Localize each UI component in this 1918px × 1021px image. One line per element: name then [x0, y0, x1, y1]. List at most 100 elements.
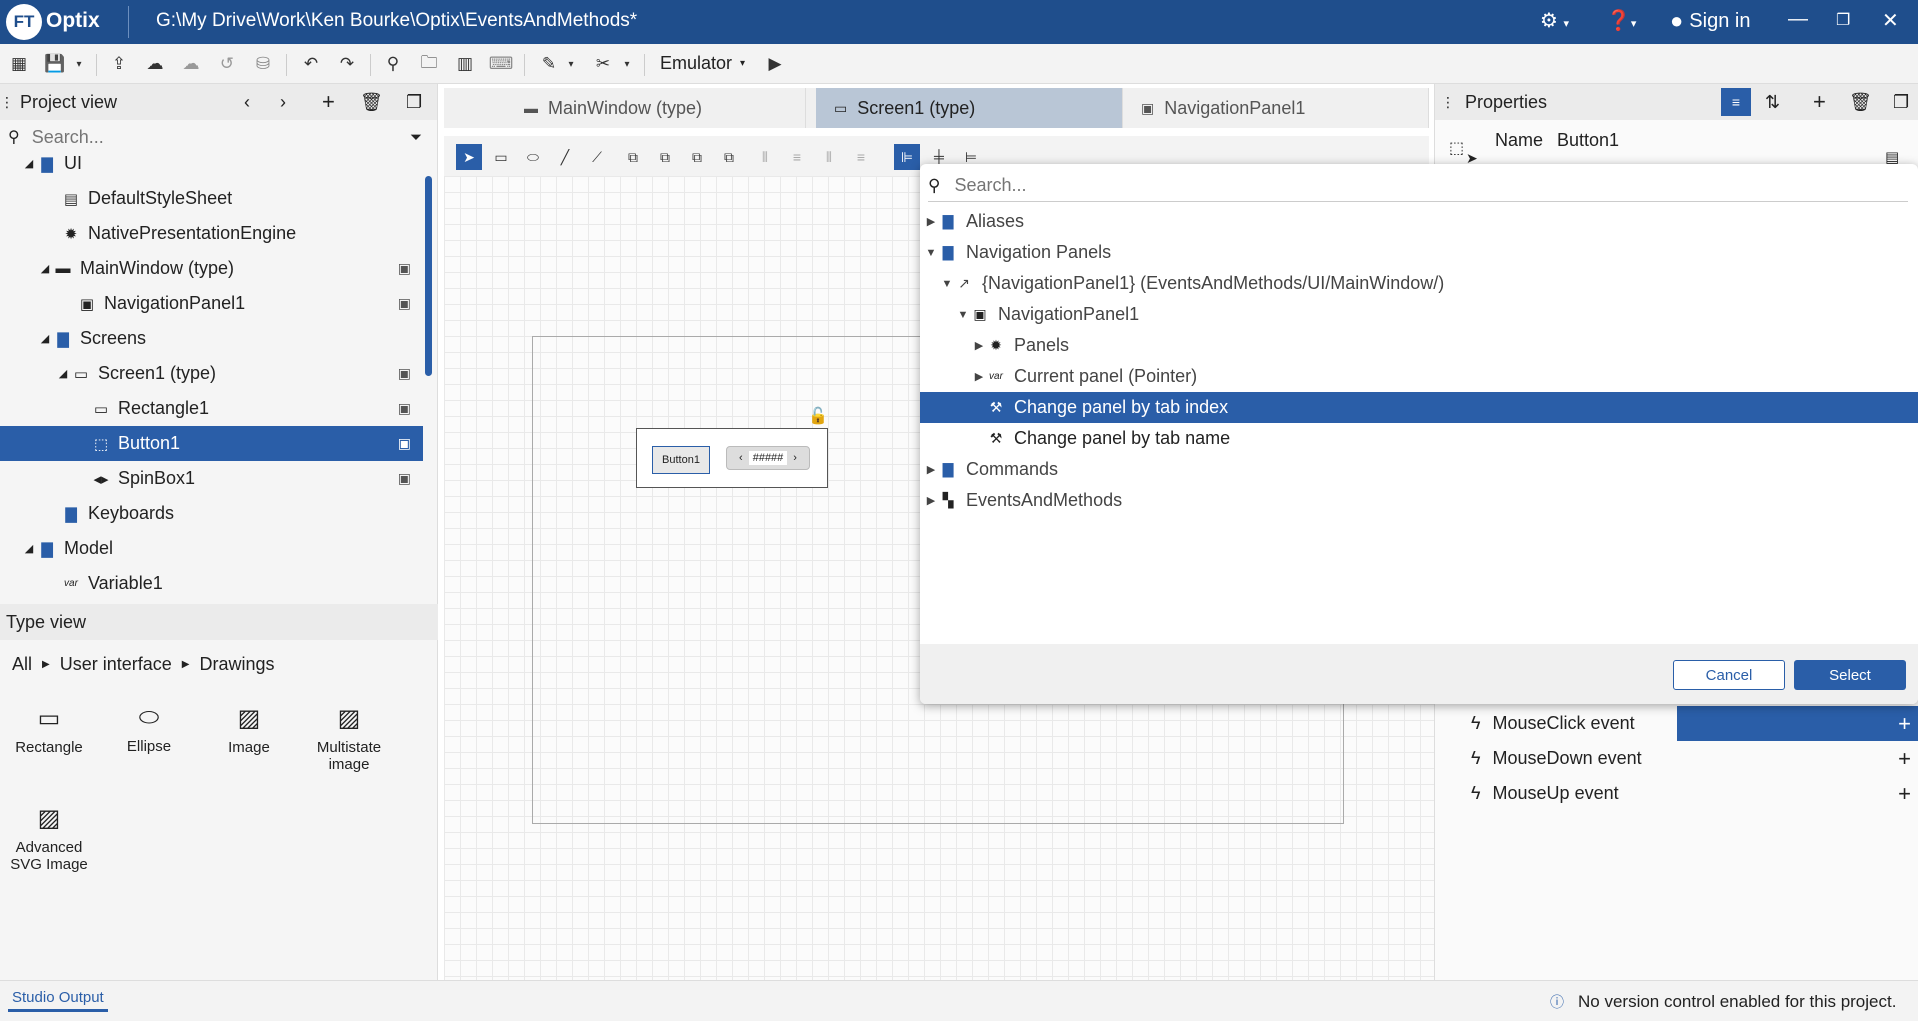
send-backward-icon[interactable]: ⧉ [652, 144, 678, 170]
dialog-row-navigationpanel1-alias[interactable]: ▼ ↗ {NavigationPanel1} (EventsAndMethods… [920, 268, 1918, 299]
dialog-row-navigationpanel1[interactable]: ▼ ▣ NavigationPanel1 [920, 299, 1918, 330]
tab-navigationpanel1[interactable]: ▣ NavigationPanel1 [1123, 88, 1429, 128]
add-icon[interactable]: + [322, 89, 335, 115]
send-to-back-icon[interactable]: ⧉ [716, 144, 742, 170]
tree-item-screen1[interactable]: ◢ ▭ Screen1 (type) ▣ [0, 356, 423, 391]
filter-list-icon[interactable]: ≡ [1721, 88, 1751, 116]
tab-screen1[interactable]: ▭ Screen1 (type) [816, 88, 1123, 128]
collapse-arrow-icon[interactable]: ▼ [924, 247, 938, 259]
collapse-arrow-icon[interactable]: ◢ [22, 542, 36, 555]
layout-icon[interactable]: ▦ [6, 52, 32, 76]
cancel-button[interactable]: Cancel [1673, 660, 1785, 690]
paint-dropdown-chevron-icon[interactable]: ▾ [558, 52, 584, 76]
code-icon[interactable]: ⌨ [488, 52, 514, 76]
download-cloud-icon[interactable]: ☁ [178, 52, 204, 76]
tree-item-keyboards[interactable]: ▇ Keyboards [0, 496, 423, 531]
dialog-search-input[interactable] [954, 175, 1855, 196]
tree-item-navigationpanel1[interactable]: ▣ NavigationPanel1 ▣ [0, 286, 423, 321]
edit-properties-icon[interactable]: ▣ [398, 365, 411, 382]
undo-icon[interactable]: ↶ [298, 52, 324, 76]
edit-properties-icon[interactable]: ▣ [398, 295, 411, 312]
settings-gear-icon[interactable]: ⚙ ▾ [1540, 8, 1569, 33]
edit-properties-icon[interactable]: ▣ [398, 260, 411, 277]
expand-arrow-icon[interactable]: ▶ [924, 494, 938, 507]
dialog-row-change-panel-by-tab-index[interactable]: ⚒ Change panel by tab index [920, 392, 1918, 423]
line-tool-icon[interactable]: ╱ [552, 144, 578, 170]
folder-icon[interactable]: 🗀 [416, 52, 442, 76]
expand-arrow-icon[interactable]: ▶ [972, 370, 986, 383]
library-icon[interactable]: ▥ [452, 52, 478, 76]
type-item-multistate-image[interactable]: ▨ Multistate image [304, 704, 394, 773]
dialog-row-eventsandmethods[interactable]: ▶ ▚ EventsAndMethods [920, 485, 1918, 516]
breadcrumb-item[interactable]: Drawings [199, 654, 274, 675]
delete-icon[interactable]: 🗑 [360, 92, 383, 113]
tab-mainwindow[interactable]: ▬ MainWindow (type) [506, 88, 806, 128]
add-event-icon[interactable]: + [1898, 781, 1911, 807]
tree-item-variable1[interactable]: var Variable1 [0, 566, 423, 601]
event-add-area[interactable]: + [1677, 706, 1918, 741]
close-icon[interactable]: ✕ [1882, 8, 1899, 33]
help-icon[interactable]: ❓▾ [1606, 8, 1636, 33]
edit-properties-icon[interactable]: ▣ [398, 435, 411, 452]
type-item-rectangle[interactable]: ▭ Rectangle [4, 704, 94, 756]
polyline-tool-icon[interactable]: ⟋ [584, 144, 610, 170]
tree-item-nativepresentationengine[interactable]: ✹ NativePresentationEngine [0, 216, 423, 251]
edit-properties-icon[interactable]: ▣ [398, 400, 411, 417]
add-event-icon[interactable]: + [1898, 746, 1911, 772]
spinbox1-element[interactable]: ‹ ##### › [726, 446, 810, 470]
database-icon[interactable]: ⛁ [250, 52, 276, 76]
dialog-row-aliases[interactable]: ▶ ▇ Aliases [920, 206, 1918, 237]
rectangle-tool-icon[interactable]: ▭ [488, 144, 514, 170]
breadcrumb-item[interactable]: User interface [60, 654, 172, 675]
expand-arrow-icon[interactable]: ▶ [972, 339, 986, 352]
redo-icon[interactable]: ↷ [334, 52, 360, 76]
ellipse-tool-icon[interactable]: ⬭ [520, 144, 546, 170]
dialog-row-panels[interactable]: ▶ ✹ Panels [920, 330, 1918, 361]
collapse-arrow-icon[interactable]: ◢ [38, 262, 52, 275]
filter-icon[interactable]: ⏷ [410, 129, 422, 146]
deploy-icon[interactable]: ⇪ [106, 52, 132, 76]
spinbox-increment-icon[interactable]: › [793, 452, 797, 464]
tree-item-button1[interactable]: ⬚ Button1 ▣ [0, 426, 423, 461]
button1-element[interactable]: Button1 [652, 446, 710, 474]
search-icon[interactable]: ⚲ [380, 52, 406, 76]
unlock-icon[interactable]: 🔓 [808, 406, 828, 426]
bring-forward-icon[interactable]: ⧉ [620, 144, 646, 170]
select-tool-icon[interactable]: ➤ [456, 144, 482, 170]
upload-cloud-icon[interactable]: ☁ [142, 52, 168, 76]
expand-arrow-icon[interactable]: ▶ [924, 463, 938, 476]
tree-scrollbar[interactable] [425, 176, 432, 376]
drag-handle-icon[interactable]: ⋮ [0, 94, 14, 111]
distribute-space-icon[interactable]: ⫴ [816, 144, 842, 170]
tree-item-screens[interactable]: ◢ ▇ Screens [0, 321, 423, 356]
collapse-arrow-icon[interactable]: ◢ [22, 157, 36, 170]
event-row-mousedown[interactable]: ϟ MouseDown event + [1435, 741, 1918, 776]
tree-item-spinbox1[interactable]: ◂▸ SpinBox1 ▣ [0, 461, 423, 496]
type-item-image[interactable]: ▨ Image [204, 704, 294, 756]
copy-icon[interactable]: ❐ [406, 92, 422, 113]
add-icon[interactable]: + [1813, 89, 1826, 115]
edit-properties-icon[interactable]: ▣ [398, 470, 411, 487]
back-chevron-icon[interactable]: ‹ [244, 92, 250, 113]
run-play-icon[interactable]: ▶ [762, 52, 788, 76]
collapse-arrow-icon[interactable]: ▼ [956, 309, 970, 321]
type-item-ellipse[interactable]: ⬭ Ellipse [104, 704, 194, 755]
delete-icon[interactable]: 🗑 [1849, 92, 1872, 113]
tools-dropdown-chevron-icon[interactable]: ▾ [614, 52, 640, 76]
name-value[interactable]: Button1 [1557, 130, 1619, 151]
expand-arrow-icon[interactable]: ▶ [924, 215, 938, 228]
tree-item-rectangle1[interactable]: ▭ Rectangle1 ▣ [0, 391, 423, 426]
sort-icon[interactable]: ⇅ [1765, 92, 1780, 113]
sign-in-button[interactable]: ● Sign in [1670, 8, 1750, 34]
save-icon[interactable]: 💾 [42, 52, 68, 76]
drag-handle-icon[interactable]: ⋮ [1441, 94, 1455, 111]
dialog-row-current-panel[interactable]: ▶ var Current panel (Pointer) [920, 361, 1918, 392]
studio-output-tab[interactable]: Studio Output [8, 989, 108, 1012]
tree-item-defaultstylesheet[interactable]: ▤ DefaultStyleSheet [0, 181, 423, 216]
bring-to-front-icon[interactable]: ⧉ [684, 144, 710, 170]
distribute-horizontal-icon[interactable]: ⫴ [752, 144, 778, 170]
minimize-icon[interactable]: — [1788, 8, 1808, 31]
history-icon[interactable]: ↺ [214, 52, 240, 76]
emulator-dropdown[interactable]: Emulator ▾ [660, 53, 745, 74]
save-dropdown-chevron-icon[interactable]: ▾ [66, 52, 92, 76]
